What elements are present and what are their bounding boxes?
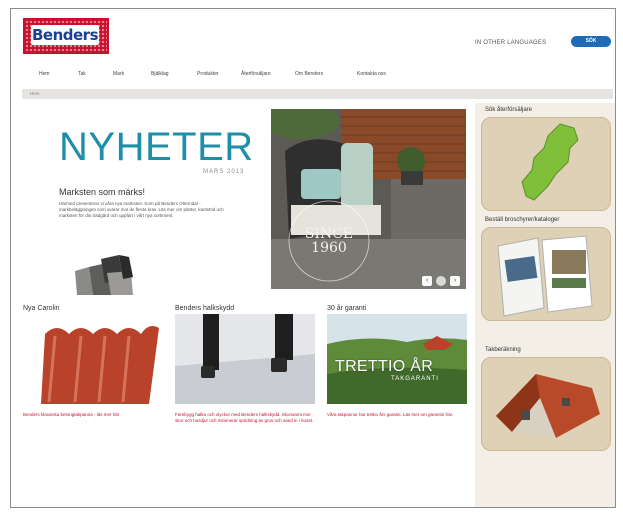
takgaranti-image[interactable]: TRETTIO ÅR TAKGARANTI [327,314,467,404]
brochures-label[interactable]: Beställ broschyrer/kataloger [485,217,559,223]
nav-item-mark[interactable]: Mark [113,71,124,77]
search-button[interactable]: SÖK [571,36,611,47]
breadcrumb: Hem [22,89,613,99]
benders-logo[interactable]: Benders [23,18,109,54]
hero-title: NYHETER [59,125,254,169]
other-languages-link[interactable]: IN OTHER LANGUAGES [475,40,546,46]
page-frame: Benders IN OTHER LANGUAGES SÖK Hem Tak M… [10,8,616,508]
hero-slider-image[interactable]: SINCE 1960 ‹ › [271,109,466,289]
hero-body-text: Härmed presenterar vi våra nya marksten.… [59,201,224,218]
roof-tile-art [31,314,163,404]
slider-next-button[interactable]: › [450,276,460,286]
column-1-title[interactable]: Nya Carolin [23,305,60,312]
brochure-icon [497,235,593,317]
column-3-text[interactable]: Våra takpannor har trettio års garanti. … [327,412,467,418]
breadcrumb-home[interactable]: Hem [30,91,40,96]
hero-text-panel: NYHETER MARS 2013 Marksten som märks! Hä… [23,109,273,299]
slider-prev-button[interactable]: ‹ [422,276,432,286]
roof-calc-label[interactable]: Takberäkning [485,347,521,353]
since-line-2: 1960 [311,240,347,256]
column-1-text[interactable]: Benders klassiska betongtakpanna - läs m… [23,412,163,418]
hero-photo-art [271,109,466,289]
snowy-walk-art [175,314,315,404]
nav-item-kontakta-oss[interactable]: Kontakta oss [357,71,386,77]
hero-date: MARS 2013 [203,169,245,175]
column-2-text[interactable]: Förebygg halka och olyckor med Benders h… [175,412,315,424]
takgaranti-text: TAKGARANTI [391,376,439,382]
roof-calculator-widget[interactable] [481,357,611,451]
nav-item-tak[interactable]: Tak [78,71,86,77]
nav-item-aterforsaljare[interactable]: Återförsäljare [241,71,271,77]
column-3-title[interactable]: 30 år garanti [327,305,366,312]
carolin-tile-image[interactable] [31,314,163,404]
since-emblem: SINCE 1960 [299,227,359,255]
brochures-widget[interactable] [481,227,611,321]
roof-house-icon [496,374,600,438]
halkskydd-image[interactable] [175,314,315,404]
nav-item-hem[interactable]: Hem [39,71,50,77]
main-nav: Hem Tak Mark Bjälklag Produkter Återförs… [27,69,607,81]
nav-item-produkter[interactable]: Produkter [197,71,219,77]
nav-item-om-benders[interactable]: Om Benders [295,71,323,77]
slider-pause-dot[interactable] [436,276,446,286]
dealer-map-widget[interactable] [481,117,611,211]
hero-subtitle[interactable]: Marksten som märks! [59,187,145,197]
logo-text: Benders [31,25,99,45]
column-2-title[interactable]: Benders halkskydd [175,305,234,312]
paving-stones-image [71,249,141,297]
since-line-1: SINCE [304,226,354,242]
trettio-ar-text: TRETTIO ÅR [335,358,434,375]
sweden-map-icon [521,123,579,201]
dealers-label[interactable]: Sök återförsäljare [485,107,532,113]
nav-item-bjalklag[interactable]: Bjälklag [151,71,169,77]
right-sidebar: Sök återförsäljare Beställ broschyrer/ka… [475,103,615,507]
